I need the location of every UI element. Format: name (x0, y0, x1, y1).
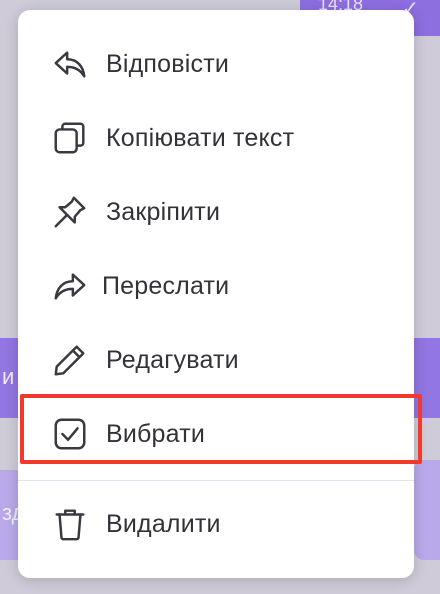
menu-divider (18, 480, 414, 481)
menu-item-label: Копіювати текст (106, 123, 295, 152)
menu-item-pin[interactable]: Закріпити (18, 182, 414, 242)
menu-item-label: Вибрати (106, 419, 206, 448)
copy-icon (48, 116, 92, 160)
pencil-icon (48, 338, 92, 382)
message-bubble (414, 460, 440, 560)
menu-item-label: Відповісти (106, 49, 230, 78)
trash-icon (48, 502, 92, 546)
background-text: и (2, 364, 15, 389)
menu-item-reply[interactable]: Відповісти (18, 34, 414, 94)
menu-item-label: Редагувати (106, 345, 239, 374)
menu-item-forward[interactable]: Переслати (18, 256, 414, 316)
menu-item-select[interactable]: Вибрати (18, 404, 414, 464)
menu-item-edit[interactable]: Редагувати (18, 330, 414, 390)
pin-icon (48, 190, 92, 234)
checkbox-icon (48, 412, 92, 456)
menu-item-label: Закріпити (106, 197, 221, 226)
message-context-menu: Відповісти Копіювати текст Закріпити Пер… (18, 10, 422, 578)
forward-icon (48, 264, 92, 308)
menu-item-label: Видалити (106, 509, 221, 538)
menu-item-delete[interactable]: Видалити (18, 494, 414, 554)
menu-item-label: Переслати (102, 271, 230, 300)
menu-item-copy-text[interactable]: Копіювати текст (18, 108, 414, 168)
reply-icon (48, 42, 92, 86)
